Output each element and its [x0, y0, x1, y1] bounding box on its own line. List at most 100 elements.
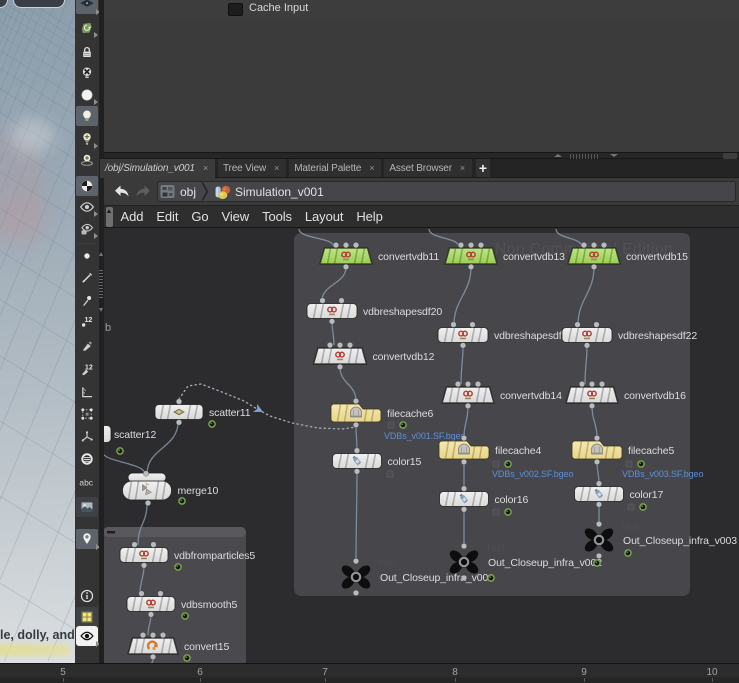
node-bypass-flag[interactable]: [628, 504, 634, 510]
timeline-playbar[interactable]: 5678910: [0, 663, 739, 683]
brush-12-icon[interactable]: 12: [78, 361, 96, 379]
node-display-flag[interactable]: [488, 575, 494, 581]
node-connector[interactable]: [337, 364, 343, 370]
recycle-icon[interactable]: [78, 19, 96, 37]
node-connector[interactable]: [140, 632, 146, 638]
menu-help[interactable]: Help: [350, 209, 389, 224]
bulb-orbit-icon[interactable]: [78, 152, 96, 170]
node-connector[interactable]: [589, 381, 595, 387]
pen-icon[interactable]: [78, 269, 96, 287]
node-bypass-flag[interactable]: [626, 461, 632, 467]
tab-tree-view[interactable]: Tree View×: [218, 159, 286, 177]
tab-material-palette[interactable]: Material Palette×: [289, 159, 381, 177]
node-bypass-flag[interactable]: [387, 471, 393, 477]
node-connector[interactable]: [461, 486, 467, 492]
node-connector[interactable]: [591, 242, 597, 248]
node-connector[interactable]: [451, 322, 457, 328]
node-connector[interactable]: [461, 507, 467, 513]
node-connector[interactable]: [591, 264, 597, 270]
menu-add[interactable]: Add: [114, 209, 150, 224]
cache-input-checkbox[interactable]: [228, 3, 243, 16]
node-connector[interactable]: [465, 381, 471, 387]
node-connector[interactable]: [461, 435, 467, 441]
node-display-flag[interactable]: [505, 509, 511, 515]
node-connector[interactable]: [594, 459, 600, 465]
node-connector[interactable]: [143, 471, 149, 477]
node-connector[interactable]: [460, 343, 466, 349]
node-connector[interactable]: [599, 381, 605, 387]
tab-close-icon[interactable]: ×: [203, 163, 210, 173]
breadcrumb-segment-obj[interactable]: obj: [180, 185, 196, 199]
node-display-flag[interactable]: [117, 448, 123, 454]
window-grid-icon[interactable]: [76, 607, 98, 627]
node-connector[interactable]: [354, 448, 360, 454]
new-tab-button[interactable]: +: [476, 159, 490, 177]
node-bypass-flag[interactable]: [493, 461, 499, 467]
lattice-icon[interactable]: [78, 405, 96, 423]
node-connector[interactable]: [589, 403, 595, 409]
node-connector[interactable]: [337, 342, 343, 348]
node-connector[interactable]: [601, 242, 607, 248]
menu-layout[interactable]: Layout: [298, 209, 349, 224]
node-connector[interactable]: [353, 422, 359, 428]
pin-icon[interactable]: [78, 292, 96, 310]
node-display-flag[interactable]: [182, 613, 188, 619]
node-display-flag[interactable]: [209, 421, 215, 427]
brush-icon[interactable]: [78, 338, 96, 356]
node-connector[interactable]: [320, 298, 326, 304]
node-connector[interactable]: [470, 322, 476, 328]
node-display-flag[interactable]: [184, 655, 190, 661]
image-icon[interactable]: [76, 497, 98, 517]
node-connector[interactable]: [333, 242, 339, 248]
node-connector[interactable]: [596, 502, 602, 508]
node-display-flag[interactable]: [638, 461, 644, 467]
node-connector[interactable]: [339, 298, 345, 304]
sphere-light-icon[interactable]: [78, 86, 96, 104]
tab-close-icon[interactable]: ×: [369, 163, 376, 173]
ruler-corner-icon[interactable]: [78, 383, 96, 401]
node-connector[interactable]: [139, 591, 145, 597]
checker-sphere-icon[interactable]: [76, 176, 98, 196]
tab-asset-browser[interactable]: Asset Browser×: [384, 159, 472, 177]
node-display-flag[interactable]: [640, 504, 646, 510]
node-connector[interactable]: [329, 319, 335, 325]
node-connector[interactable]: [478, 242, 484, 248]
network-editor[interactable]: Non Commercial EditionbNullNullNullconve…: [104, 228, 739, 663]
divider-up-arrow[interactable]: [99, 252, 103, 256]
dot-icon[interactable]: [78, 247, 96, 265]
select-eye-icon[interactable]: [76, 0, 98, 14]
divider-down-arrow[interactable]: [99, 308, 103, 312]
node-connector[interactable]: [465, 403, 471, 409]
eye-paint-icon[interactable]: [78, 198, 96, 216]
node-connector[interactable]: [575, 322, 581, 328]
back-button[interactable]: [113, 184, 130, 199]
visible-eye-icon[interactable]: [76, 626, 98, 646]
menu-edit[interactable]: Edit: [150, 209, 185, 224]
node-connector[interactable]: [475, 381, 481, 387]
node-connector[interactable]: [327, 342, 333, 348]
lock-icon[interactable]: [78, 43, 96, 61]
node-connector[interactable]: [347, 342, 353, 348]
node-connector[interactable]: [132, 542, 138, 548]
splitter-down-arrow[interactable]: [610, 154, 618, 157]
scene-viewport[interactable]: le, dolly, and: [0, 0, 75, 663]
bulb-icon[interactable]: [76, 106, 98, 126]
node-connector[interactable]: [148, 612, 154, 618]
node-connector[interactable]: [468, 242, 474, 248]
node-connector[interactable]: [458, 242, 464, 248]
node-connector[interactable]: [150, 632, 156, 638]
node-connector[interactable]: [455, 381, 461, 387]
node-connector[interactable]: [145, 500, 151, 506]
node-connector[interactable]: [596, 481, 602, 487]
node-connector[interactable]: [581, 242, 587, 248]
abc-icon[interactable]: abc: [78, 473, 96, 491]
splitter-up-arrow[interactable]: [554, 154, 562, 157]
node-scatter12[interactable]: scatter12: [104, 426, 157, 455]
node-connector[interactable]: [158, 591, 164, 597]
bulb-off-icon[interactable]: [78, 64, 96, 82]
node-display-flag[interactable]: [179, 498, 185, 504]
node-connector[interactable]: [150, 654, 156, 660]
node-bypass-flag[interactable]: [493, 509, 499, 515]
viewport-camera-button[interactable]: [13, 0, 65, 8]
node-connector[interactable]: [468, 264, 474, 270]
